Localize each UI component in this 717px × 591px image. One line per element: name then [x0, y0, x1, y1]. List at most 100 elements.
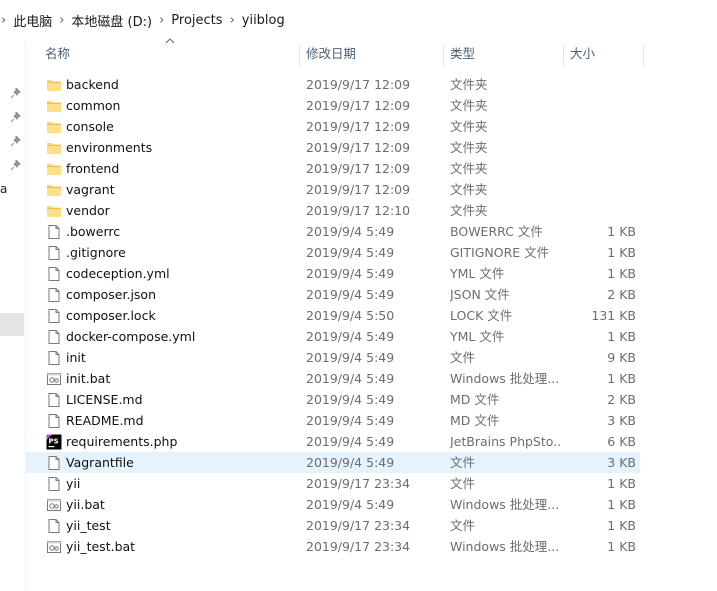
- file-size: 3 KB: [607, 413, 636, 428]
- file-name: composer.json: [66, 287, 157, 302]
- file-type: MD 文件: [450, 413, 500, 428]
- file-date: 2019/9/17 12:09: [306, 98, 411, 113]
- file-type: Windows 批处理...: [450, 497, 560, 512]
- file-icon: [46, 308, 62, 324]
- file-name: common: [66, 98, 121, 113]
- file-row[interactable]: yii 2019/9/17 23:34 文件 1 KB: [26, 473, 640, 494]
- chevron-right-icon[interactable]: ›: [159, 13, 164, 28]
- file-size: 6 KB: [607, 434, 636, 449]
- file-date: 2019/9/4 5:49: [306, 434, 395, 449]
- file-date: 2019/9/17 23:34: [306, 518, 411, 533]
- file-size: 2 KB: [607, 287, 636, 302]
- chevron-right-icon[interactable]: ›: [59, 13, 64, 28]
- file-size: 1 KB: [607, 371, 636, 386]
- file-name: yii: [66, 476, 81, 491]
- file-icon: [46, 245, 62, 261]
- file-row[interactable]: vendor 2019/9/17 12:10 文件夹: [26, 200, 640, 221]
- file-name: environments: [66, 140, 153, 155]
- file-name: init.bat: [66, 371, 111, 386]
- file-row[interactable]: .bowerrc 2019/9/4 5:49 BOWERRC 文件 1 KB: [26, 221, 640, 242]
- file-name: requirements.php: [66, 434, 178, 449]
- file-row[interactable]: Vagrantfile 2019/9/4 5:49 文件 3 KB: [26, 452, 640, 473]
- nav-selected-item[interactable]: [0, 313, 24, 336]
- file-type: Windows 批处理...: [450, 539, 560, 554]
- pin-icon[interactable]: [11, 136, 21, 146]
- file-size: [566, 158, 636, 179]
- file-row[interactable]: PS requirements.php 2019/9/4 5:49 JetBrains…: [26, 431, 640, 452]
- file-type: 文件: [450, 350, 476, 365]
- file-icon: [46, 518, 62, 534]
- file-row[interactable]: README.md 2019/9/4 5:49 MD 文件 3 KB: [26, 410, 640, 431]
- file-row[interactable]: backend 2019/9/17 12:09 文件夹: [26, 74, 640, 95]
- chevron-right-icon[interactable]: ›: [230, 13, 235, 28]
- file-row[interactable]: yii_test 2019/9/17 23:34 文件 1 KB: [26, 515, 640, 536]
- file-row[interactable]: LICENSE.md 2019/9/4 5:49 MD 文件 2 KB: [26, 389, 640, 410]
- file-row[interactable]: console 2019/9/17 12:09 文件夹: [26, 116, 640, 137]
- file-row[interactable]: docker-compose.yml 2019/9/4 5:49 YML 文件 1 K…: [26, 326, 640, 347]
- pin-icon[interactable]: [11, 160, 21, 170]
- file-size: 1 KB: [607, 224, 636, 239]
- column-header-size[interactable]: 大小: [564, 40, 644, 68]
- file-row[interactable]: yii.bat 2019/9/4 5:49 Windows 批处理... 1 KB: [26, 494, 640, 515]
- file-size: 1 KB: [607, 476, 636, 491]
- breadcrumb-yiiblog[interactable]: yiiblog: [242, 13, 285, 28]
- chevron-right-icon[interactable]: ›: [1, 13, 6, 28]
- file-size: [566, 116, 636, 137]
- file-row[interactable]: codeception.yml 2019/9/4 5:49 YML 文件 1 KB: [26, 263, 640, 284]
- breadcrumb: › 此电脑 › 本地磁盘 (D:) › Projects › yiiblog: [0, 0, 717, 41]
- file-row[interactable]: composer.json 2019/9/4 5:49 JSON 文件 2 KB: [26, 284, 640, 305]
- file-row[interactable]: .gitignore 2019/9/4 5:49 GITIGNORE 文件 1 KB: [26, 242, 640, 263]
- file-name: yii_test: [66, 518, 111, 533]
- file-row[interactable]: frontend 2019/9/17 12:09 文件夹: [26, 158, 640, 179]
- file-row[interactable]: common 2019/9/17 12:09 文件夹: [26, 95, 640, 116]
- file-size: 9 KB: [607, 350, 636, 365]
- file-type: GITIGNORE 文件: [450, 245, 550, 260]
- file-size: [566, 74, 636, 95]
- file-row[interactable]: environments 2019/9/17 12:09 文件夹: [26, 137, 640, 158]
- column-header-type[interactable]: 类型: [444, 40, 564, 68]
- pin-icon[interactable]: [11, 88, 21, 98]
- folder-icon: [46, 161, 62, 177]
- file-row[interactable]: init.bat 2019/9/4 5:49 Windows 批处理... 1 KB: [26, 368, 640, 389]
- file-name: LICENSE.md: [66, 392, 143, 407]
- file-date: 2019/9/4 5:49: [306, 497, 395, 512]
- file-row[interactable]: vagrant 2019/9/17 12:09 文件夹: [26, 179, 640, 200]
- file-type: BOWERRC 文件: [450, 224, 543, 239]
- breadcrumb-projects[interactable]: Projects: [171, 13, 222, 28]
- breadcrumb-this-pc[interactable]: 此电脑: [13, 11, 52, 30]
- file-size: 2 KB: [607, 392, 636, 407]
- file-name: composer.lock: [66, 308, 156, 323]
- file-row[interactable]: composer.lock 2019/9/4 5:50 LOCK 文件 131 KB: [26, 305, 640, 326]
- file-name: codeception.yml: [66, 266, 170, 281]
- file-row[interactable]: init 2019/9/4 5:49 文件 9 KB: [26, 347, 640, 368]
- file-type: 文件: [450, 455, 476, 470]
- breadcrumb-local-disk[interactable]: 本地磁盘 (D:): [71, 11, 152, 30]
- file-icon: [46, 392, 62, 408]
- file-icon: [46, 329, 62, 345]
- column-header-name[interactable]: 名称: [39, 40, 300, 68]
- pin-icon[interactable]: [11, 112, 21, 122]
- file-name: .bowerrc: [66, 224, 121, 239]
- file-size: 131 KB: [591, 308, 636, 323]
- file-date: 2019/9/17 12:10: [306, 203, 411, 218]
- file-name: README.md: [66, 413, 144, 428]
- folder-icon: [46, 119, 62, 135]
- batch-file-icon: [46, 539, 62, 555]
- file-date: 2019/9/4 5:49: [306, 371, 395, 386]
- file-size: 3 KB: [607, 455, 636, 470]
- column-header-date[interactable]: 修改日期: [300, 40, 444, 68]
- file-icon: [46, 224, 62, 240]
- file-type: 文件夹: [450, 77, 488, 92]
- file-size: [566, 179, 636, 200]
- file-type: YML 文件: [450, 266, 505, 281]
- folder-icon: [46, 203, 62, 219]
- file-icon: [46, 350, 62, 366]
- nav-item-label[interactable]: a: [0, 182, 7, 196]
- file-type: JetBrains PhpSto...: [450, 434, 562, 449]
- file-type: Windows 批处理...: [450, 371, 560, 386]
- file-row[interactable]: yii_test.bat 2019/9/17 23:34 Windows 批处理..…: [26, 536, 640, 557]
- file-size: [566, 200, 636, 221]
- file-type: LOCK 文件: [450, 308, 513, 323]
- file-date: 2019/9/4 5:49: [306, 329, 395, 344]
- file-name: vagrant: [66, 182, 115, 197]
